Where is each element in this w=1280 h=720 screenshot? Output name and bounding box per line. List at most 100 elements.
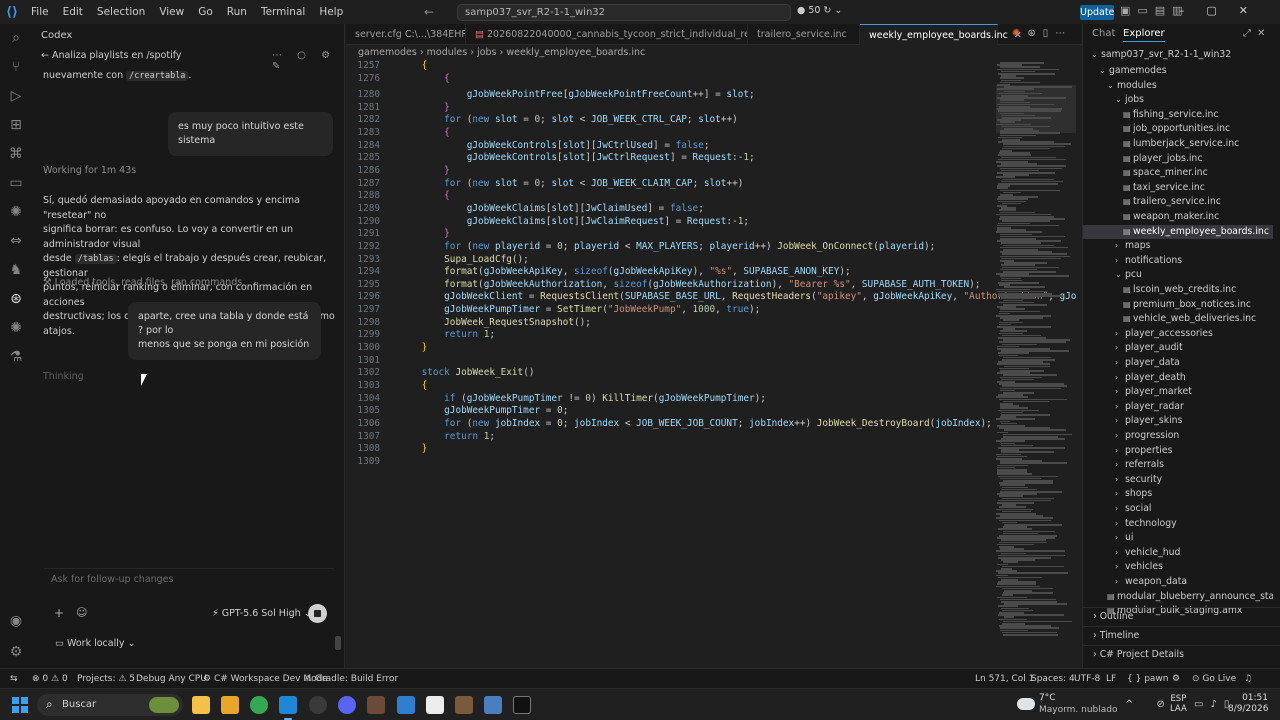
vscode-icon[interactable] [279, 696, 297, 720]
tree-item[interactable]: ▤ vehicle_web_deliveries.inc [1083, 312, 1273, 327]
code-line[interactable]: 1286 } [346, 165, 996, 178]
sparkle-icon[interactable]: ✺ [0, 316, 32, 340]
tree-item[interactable]: › vehicle_hud [1083, 546, 1273, 561]
tab-trailero-service[interactable]: trailero_service.inc [748, 24, 860, 45]
indentation[interactable]: Spaces: 4 [1031, 674, 1075, 684]
tree-item[interactable]: ▤ space_miner.inc [1083, 166, 1273, 181]
tree-root[interactable]: ⌄ samp037_svr_R2-1-1_win32 [1083, 48, 1273, 63]
code-line[interactable]: 1308 } [346, 443, 996, 456]
tray-overflow-icon[interactable]: ^ ⊘ [1125, 699, 1175, 710]
account-icon[interactable]: ◉ [0, 609, 32, 633]
projects-indicator[interactable]: Projects: ⚠ 5 [77, 674, 135, 684]
thread-title[interactable]: ← Analiza playlists en /spotify [41, 50, 182, 61]
menu-edit[interactable]: Edit [56, 6, 90, 18]
weather-cloud-icon[interactable] [1017, 698, 1035, 710]
tree-item[interactable]: ▤ weapon_maker.inc [1083, 210, 1273, 225]
tree-item[interactable]: › properties [1083, 444, 1273, 459]
taskbar-search[interactable]: ⌕ Buscar [37, 694, 183, 716]
tree-item[interactable]: › referrals [1083, 458, 1273, 473]
problems-indicator[interactable]: ⊗ 0 ⚠ 0 [32, 674, 68, 684]
stop-button[interactable] [308, 604, 327, 623]
followup-input[interactable]: Ask for follow-up changes [51, 574, 173, 585]
terminal-icon[interactable] [513, 696, 531, 714]
project-details-section[interactable]: › C# Project Details [1083, 645, 1280, 663]
tab-weekly-employee-boards[interactable]: weekly_employee_boards.inc ✕ [860, 24, 1022, 45]
notepad-icon[interactable] [426, 696, 444, 714]
tree-item[interactable]: ▤ lscoin_web_credits.inc [1083, 283, 1273, 298]
clock[interactable]: 01:51 8/9/2026 [1228, 693, 1268, 715]
tree-item[interactable]: › player_market [1083, 385, 1273, 400]
tool-activity[interactable]: ⚒ Loaded tools, read files, ran commands [43, 277, 242, 288]
code-line[interactable]: 1288 { [346, 190, 996, 203]
tree-item[interactable]: › technology [1083, 517, 1273, 532]
menu-view[interactable]: View [152, 6, 191, 18]
source-control-icon[interactable]: ⑂ [0, 55, 32, 79]
code-line[interactable]: 1296 gJobWeekClient = RequestsClient(SUP… [346, 291, 1076, 304]
code-line[interactable]: 1304 if (gJobWeekPumpTimer != 0) KillTim… [346, 393, 996, 406]
tree-item[interactable]: ▤ weekly_employee_boards.inc [1083, 224, 1273, 240]
code-line[interactable]: 1295 format(gJobWeekAuthorization, sizeo… [346, 279, 996, 292]
panel-actions-icons[interactable]: ⤢✕ [1243, 28, 1271, 39]
menu-run[interactable]: Run [220, 6, 254, 18]
code-line[interactable]: 1309 [346, 456, 996, 469]
folder-icon[interactable] [221, 696, 239, 714]
tree-item[interactable]: › security [1083, 473, 1273, 488]
tree-item[interactable]: › progression [1083, 429, 1273, 444]
game-icon[interactable] [367, 696, 385, 714]
tree-item[interactable]: ▤ fishing_service.inc [1083, 108, 1273, 123]
menu-go[interactable]: Go [191, 6, 220, 18]
gradle-status[interactable]: ⚠ Gradle: Build Error [304, 674, 398, 684]
tree-item[interactable]: › player_audit [1083, 341, 1273, 356]
code-line[interactable]: 1299 return 1; [346, 329, 996, 342]
tree-item[interactable]: ▤ premium_box_notices.inc [1083, 298, 1273, 313]
language-mode[interactable]: { } pawn [1127, 674, 1168, 684]
code-line[interactable]: 1285 gJobWeekControls[slot][JwCtrlReques… [346, 152, 996, 165]
code-line[interactable]: 1300 } [346, 342, 996, 355]
code-line[interactable]: 1305 gJobWeekPumpTimer = 0; [346, 405, 996, 418]
code-line[interactable]: 1280 gJobWeekPointFree[gJobWeekPointFree… [346, 89, 996, 102]
menu-selection[interactable]: Selection [90, 6, 152, 18]
tab-explorer[interactable]: Explorer [1123, 28, 1165, 42]
notification-counter[interactable]: ● 50 ↻ ⌄ [797, 5, 842, 16]
animal-extension-icon[interactable]: ♞ [0, 258, 32, 282]
code-line[interactable]: 1281 } [346, 102, 996, 115]
tree-item[interactable]: › player_death [1083, 371, 1273, 386]
tree-item[interactable]: › player_data [1083, 356, 1273, 371]
codex-icon[interactable]: ⊛ [0, 287, 32, 311]
bird-extension-icon[interactable]: ⌘ [0, 142, 32, 166]
weather-desc[interactable]: Mayorm. nublado [1039, 705, 1118, 715]
timeline-section[interactable]: › Timeline [1083, 626, 1280, 644]
tree-item[interactable]: › vehicles [1083, 560, 1273, 575]
tree-item[interactable]: ▤ player_jobs.inc [1083, 152, 1273, 167]
tree-item[interactable]: › social [1083, 502, 1273, 517]
code-line[interactable]: 1294 format(gJobWeekApiKey, sizeof(gJobW… [346, 266, 996, 279]
tree-item[interactable]: ⌄ gamemodes [1083, 64, 1273, 79]
code-line[interactable]: 1302 stock JobWeek_Exit() [346, 367, 996, 380]
code-line[interactable]: 1301 [346, 355, 996, 368]
working-status[interactable]: Working for 1m 43s [43, 165, 136, 176]
update-button[interactable]: Update [1080, 5, 1114, 20]
command-center[interactable]: samp037_svr_R2-1-1_win32 [457, 4, 791, 21]
breadcrumb[interactable]: gamemodes › modules › jobs › weekly_empl… [346, 45, 1081, 60]
debug-config[interactable]: Debug Any CPU [136, 674, 207, 684]
code-line[interactable]: 1284 gJobWeekControls[slot][JwCtrlUsed] … [346, 140, 996, 153]
copilot-icon[interactable]: ⚙ [1172, 674, 1180, 684]
window-controls[interactable]: –▢✕ [1179, 4, 1270, 17]
codex-scrollbar[interactable] [335, 636, 341, 650]
tree-item[interactable]: ▤ taxi_service.inc [1083, 181, 1273, 196]
code-line[interactable]: 1257 { [346, 60, 996, 73]
code-line[interactable]: 1276 { [346, 73, 996, 86]
cursor-position[interactable]: Ln 571, Col 1 [975, 674, 1034, 684]
windows-start-icon[interactable] [12, 697, 28, 713]
notifications-bell-icon[interactable]: ♫ [1244, 674, 1252, 684]
discord-icon[interactable] [338, 696, 356, 714]
code-line[interactable]: 1292 for (new playerid = 0; playerid < M… [346, 241, 996, 254]
code-line[interactable]: 1306 for (new jobIndex = 0; jobIndex < J… [346, 418, 996, 431]
run-debug-icon[interactable]: ▷ [0, 84, 32, 108]
tree-item[interactable]: ⌄ jobs [1083, 93, 1273, 108]
model-selector[interactable]: ⚡ GPT-5.6 Sol High ⌄ [212, 608, 312, 619]
calculator-icon[interactable] [484, 696, 502, 714]
sparkle-extension-icon[interactable]: ✺ [0, 200, 32, 224]
tree-item[interactable]: ▤ lumberjack_service.inc [1083, 137, 1273, 152]
tree-item[interactable]: › maps [1083, 239, 1273, 254]
